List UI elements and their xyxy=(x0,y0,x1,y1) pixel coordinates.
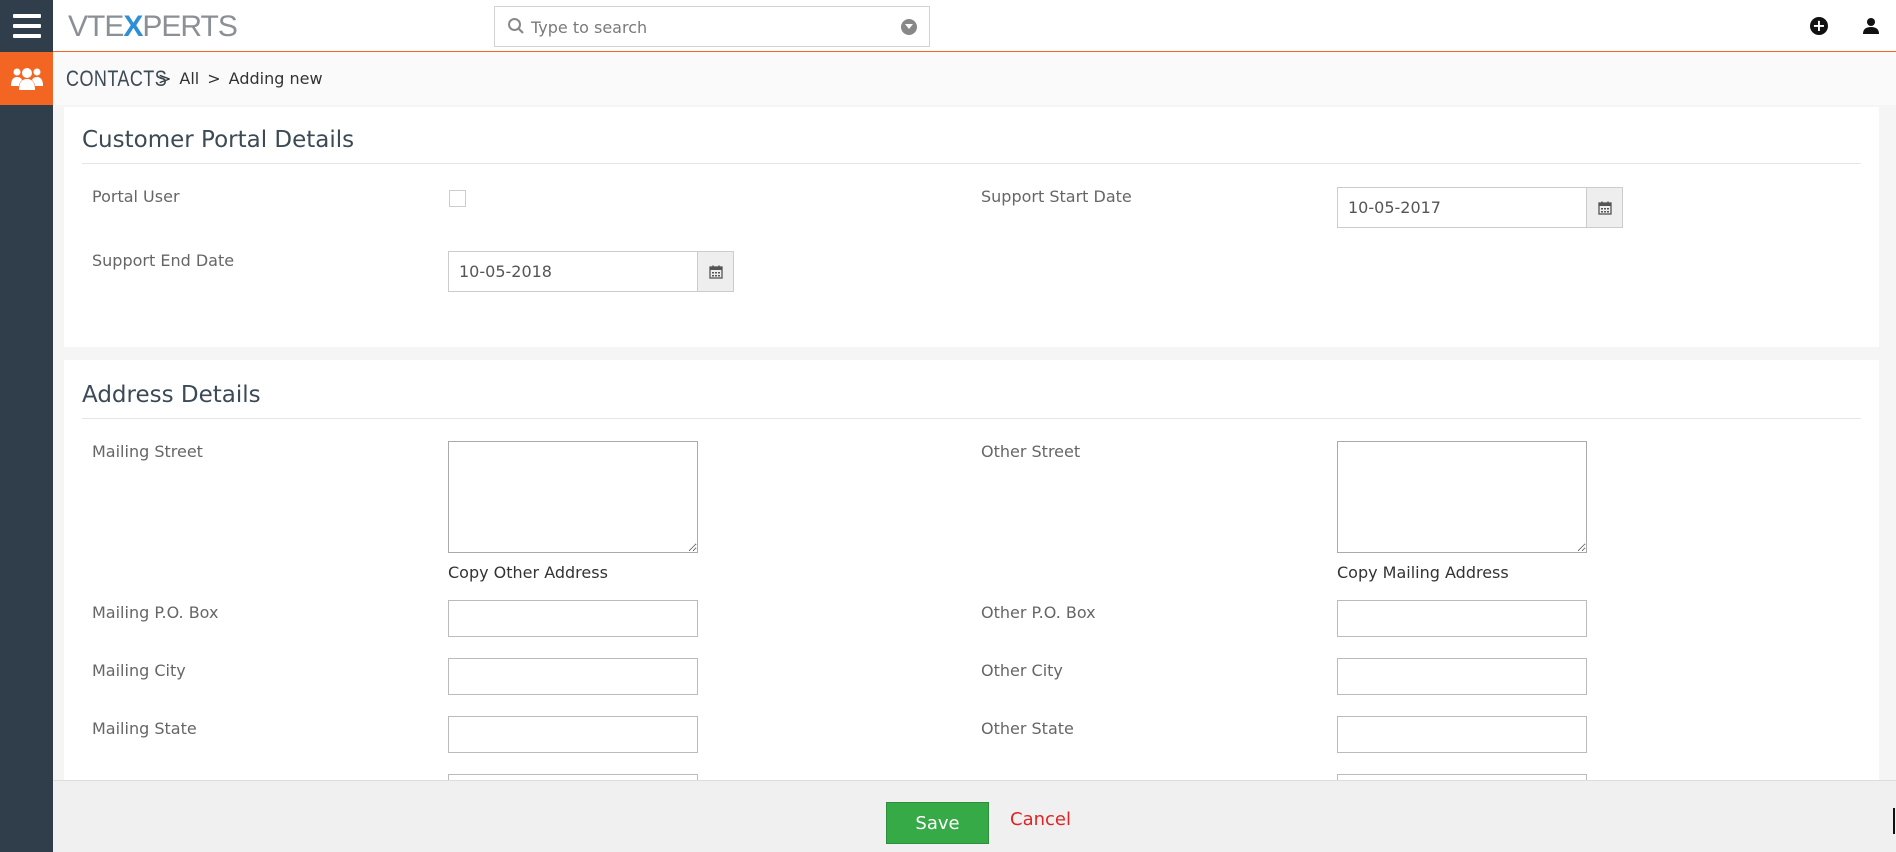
mailing-city-label: Mailing City xyxy=(92,661,186,680)
breadcrumb-current: Adding new xyxy=(228,69,323,88)
calendar-icon[interactable] xyxy=(697,252,733,291)
cancel-link[interactable]: Cancel xyxy=(1010,809,1071,830)
breadcrumb-separator: > xyxy=(207,69,221,88)
mailing-state-input[interactable] xyxy=(448,716,698,753)
quick-create-icon[interactable]: + xyxy=(1810,17,1828,35)
other-street-label: Other Street xyxy=(981,442,1081,461)
support-start-date-label: Support Start Date xyxy=(981,187,1132,206)
section-divider xyxy=(82,418,1861,419)
portal-user-checkbox[interactable] xyxy=(449,190,466,207)
section-title: Customer Portal Details xyxy=(82,127,355,153)
other-state-input[interactable] xyxy=(1337,716,1587,753)
mailing-pobox-label: Mailing P.O. Box xyxy=(92,603,219,622)
other-street-textarea[interactable] xyxy=(1337,441,1587,553)
edit-form: Customer Portal Details Portal User Supp… xyxy=(53,105,1896,780)
search-icon xyxy=(508,18,524,34)
breadcrumb-all[interactable]: All xyxy=(179,69,199,88)
top-bar: VTEXPERTS + xyxy=(0,0,1896,52)
breadcrumb-module[interactable]: CONTACTS xyxy=(66,66,167,92)
hamburger-menu-icon[interactable] xyxy=(0,0,53,52)
portal-user-label: Portal User xyxy=(92,187,180,206)
mailing-state-label: Mailing State xyxy=(92,719,197,738)
section-title: Address Details xyxy=(82,382,261,408)
calendar-icon[interactable] xyxy=(1586,188,1622,227)
mailing-pobox-input[interactable] xyxy=(448,600,698,637)
contacts-module-icon[interactable] xyxy=(0,52,53,105)
support-end-date-field[interactable]: 10-05-2018 xyxy=(448,251,734,292)
mailing-city-input[interactable] xyxy=(448,658,698,695)
search-filter-dropdown-icon[interactable] xyxy=(901,19,917,35)
address-details-block: Address Details Mailing Street Copy Othe… xyxy=(64,360,1879,780)
support-end-date-label: Support End Date xyxy=(92,251,235,270)
app-logo[interactable]: VTEXPERTS xyxy=(68,10,238,44)
search-input[interactable] xyxy=(531,15,871,39)
save-button[interactable]: Save xyxy=(886,802,989,844)
user-profile-icon[interactable] xyxy=(1862,17,1880,35)
contacts-group-icon xyxy=(10,67,43,90)
support-end-date-value[interactable]: 10-05-2018 xyxy=(449,252,697,291)
other-state-label: Other State xyxy=(981,719,1074,738)
customer-portal-block: Customer Portal Details Portal User Supp… xyxy=(64,107,1879,347)
form-action-bar: Save Cancel xyxy=(53,780,1896,852)
other-city-label: Other City xyxy=(981,661,1063,680)
other-city-input[interactable] xyxy=(1337,658,1587,695)
support-start-date-field[interactable]: 10-05-2017 xyxy=(1337,187,1623,228)
mailing-street-label: Mailing Street xyxy=(92,442,203,461)
section-divider xyxy=(82,163,1861,164)
other-pobox-label: Other P.O. Box xyxy=(981,603,1096,622)
left-sidebar xyxy=(0,52,53,852)
copy-other-address-link[interactable]: Copy Other Address xyxy=(448,563,608,582)
other-pobox-input[interactable] xyxy=(1337,600,1587,637)
mailing-street-textarea[interactable] xyxy=(448,441,698,553)
copy-mailing-address-link[interactable]: Copy Mailing Address xyxy=(1337,563,1509,582)
breadcrumb: CONTACTS > All > Adding new xyxy=(53,52,1896,105)
global-search[interactable] xyxy=(494,6,930,47)
support-start-date-value[interactable]: 10-05-2017 xyxy=(1338,188,1586,227)
text-cursor xyxy=(1893,808,1895,834)
